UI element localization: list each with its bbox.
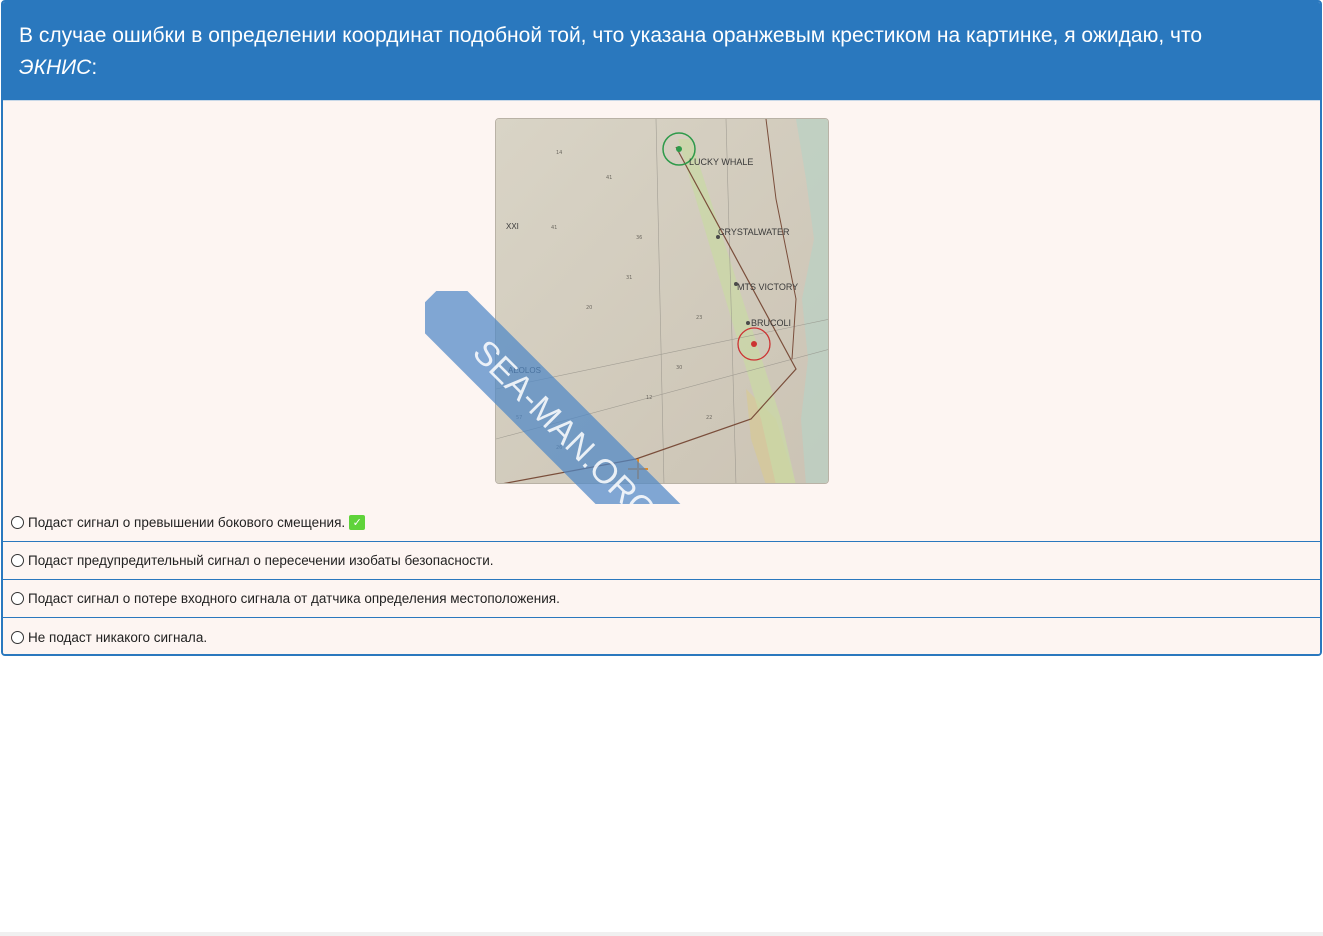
answer-option-4[interactable]: Не подаст никакого сигнала. — [3, 618, 1320, 654]
svg-text:41: 41 — [606, 175, 612, 181]
svg-text:26: 26 — [556, 445, 562, 451]
svg-text:57: 57 — [516, 415, 522, 421]
check-icon: ✓ — [349, 515, 366, 530]
question-image-area: 14 41 41 36 31 20 57 26 22 30 12 23 LUCKY WHALE … — [3, 100, 1320, 571]
svg-text:20: 20 — [586, 305, 592, 311]
svg-text:BRUCOLI: BRUCOLI — [751, 318, 791, 328]
question-text: В случае ошибки в определении координат … — [19, 24, 1203, 47]
svg-text:CRYSTALWATER: CRYSTALWATER — [718, 227, 790, 237]
answer-list: Подаст сигнал о превышении бокового смещ… — [3, 504, 1320, 654]
page-bottom-divider — [0, 932, 1323, 936]
svg-text:41: 41 — [551, 225, 557, 231]
radio-circle-icon[interactable] — [11, 516, 24, 529]
answer-label: Подаст сигнал о потере входного сигнала … — [28, 591, 560, 606]
question-term: ЭКНИС — [19, 56, 92, 79]
svg-text:23: 23 — [696, 315, 702, 321]
radio-circle-icon[interactable] — [11, 554, 24, 567]
svg-text:AEOLOS: AEOLOS — [508, 366, 541, 375]
answer-option-1[interactable]: Подаст сигнал о превышении бокового смещ… — [3, 504, 1320, 542]
radio-circle-icon[interactable] — [11, 592, 24, 605]
svg-text:LUCKY WHALE: LUCKY WHALE — [689, 157, 753, 167]
svg-text:31: 31 — [626, 275, 632, 281]
question-header: В случае ошибки в определении координат … — [3, 2, 1320, 100]
radio-circle-icon[interactable] — [11, 630, 24, 644]
question-card: В случае ошибки в определении координат … — [1, 0, 1322, 656]
question-tail: : — [91, 56, 98, 79]
answer-label: Подаст предупредительный сигнал о пересе… — [28, 553, 494, 568]
answer-label: Не подаст никакого сигнала. — [28, 629, 208, 645]
answer-option-2[interactable]: Подаст предупредительный сигнал о пересе… — [3, 542, 1320, 580]
svg-text:12: 12 — [646, 395, 652, 401]
svg-text:14: 14 — [556, 150, 562, 156]
svg-text:36: 36 — [636, 235, 642, 241]
answer-option-3[interactable]: Подаст сигнал о потере входного сигнала … — [3, 580, 1320, 618]
svg-text:30: 30 — [676, 365, 682, 371]
nautical-chart-image: 14 41 41 36 31 20 57 26 22 30 12 23 LUCKY WHALE … — [495, 118, 829, 484]
svg-text:XXI: XXI — [506, 222, 519, 231]
answer-label: Подаст сигнал о превышении бокового смещ… — [28, 515, 346, 530]
svg-text:MTS VICTORY: MTS VICTORY — [737, 282, 798, 292]
svg-text:22: 22 — [706, 415, 712, 421]
